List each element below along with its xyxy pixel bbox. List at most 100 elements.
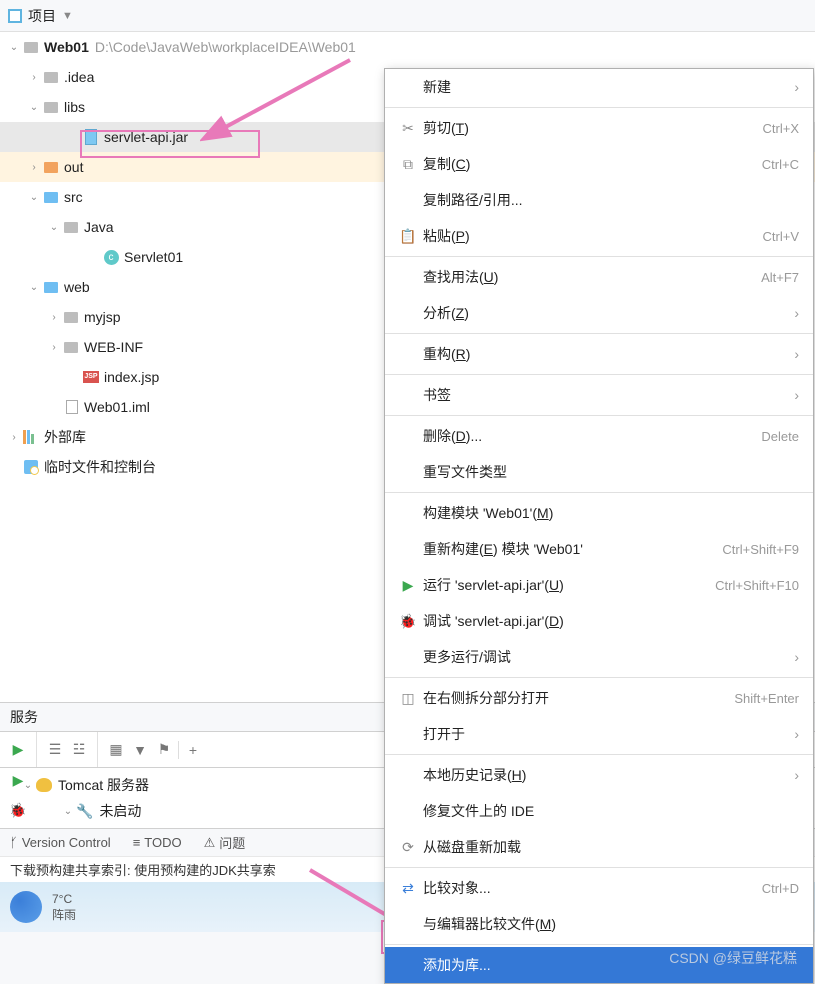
chevron-right-icon: › — [788, 649, 799, 665]
status-text: 下载预构建共享索引: 使用预构建的JDK共享索 — [10, 860, 276, 879]
project-tool-window-header[interactable]: 项目 ▼ — [0, 0, 815, 32]
diff-icon: ⇄ — [397, 880, 419, 897]
chevron-right-icon: › — [788, 726, 799, 742]
folder-icon — [62, 308, 80, 326]
menu-rebuild-module[interactable]: 重新构建(E) 模块 'Web01'Ctrl+Shift+F9 — [385, 531, 813, 567]
menu-cut[interactable]: ✂剪切(T)Ctrl+X — [385, 110, 813, 146]
folder-icon — [62, 218, 80, 236]
tree-label: Web01 — [44, 39, 89, 55]
tree-path: D:\Code\JavaWeb\workplaceIDEA\Web01 — [95, 39, 356, 55]
menu-paste[interactable]: 📋粘贴(P)Ctrl+V — [385, 218, 813, 254]
menu-reload[interactable]: ⟳从磁盘重新加载 — [385, 829, 813, 865]
chevron-right-icon: › — [788, 767, 799, 783]
reload-icon: ⟳ — [397, 839, 419, 856]
project-title: 项目 — [28, 6, 56, 26]
watermark: CSDN @绿豆鲜花糕 — [669, 948, 797, 968]
scratch-icon — [22, 458, 40, 476]
class-icon: c — [102, 248, 120, 266]
expand-arrow-icon[interactable]: ⌄ — [6, 42, 22, 53]
jsp-icon: JSP — [82, 368, 100, 386]
menu-more-run[interactable]: 更多运行/调试› — [385, 639, 813, 675]
menu-override-filetype[interactable]: 重写文件类型 — [385, 454, 813, 490]
tree-row-root[interactable]: ⌄ Web01 D:\Code\JavaWeb\workplaceIDEA\We… — [0, 32, 815, 62]
folder-icon — [22, 38, 40, 56]
tree-label: Java — [84, 219, 114, 235]
tomcat-icon — [36, 778, 52, 792]
jar-icon — [82, 128, 100, 146]
clipboard-icon: 📋 — [397, 228, 419, 245]
run-icon[interactable]: ▶ — [8, 770, 28, 790]
expand-arrow-icon[interactable]: ⌄ — [26, 192, 42, 203]
tree-collapse-icon[interactable]: ☳ — [69, 740, 89, 760]
weather-desc: 阵雨 — [52, 906, 76, 923]
iml-icon — [62, 398, 80, 416]
menu-open-in[interactable]: 打开于› — [385, 716, 813, 752]
bug-icon: 🐞 — [397, 613, 419, 630]
expand-arrow-icon[interactable]: ⌄ — [46, 222, 62, 233]
menu-copypath[interactable]: 复制路径/引用... — [385, 182, 813, 218]
menu-delete[interactable]: 删除(D)...Delete — [385, 418, 813, 454]
library-icon — [22, 428, 40, 446]
weather-icon — [10, 891, 42, 923]
expand-arrow-icon[interactable]: ⌄ — [26, 102, 42, 113]
tree-label: Servlet01 — [124, 249, 183, 265]
menu-debug[interactable]: 🐞调试 'servlet-api.jar'(D) — [385, 603, 813, 639]
weather-temp: 7°C — [52, 892, 76, 906]
expand-arrow-icon[interactable]: › — [26, 72, 42, 83]
menu-local-history[interactable]: 本地历史记录(H)› — [385, 757, 813, 793]
menu-run[interactable]: ▶运行 'servlet-api.jar'(U)Ctrl+Shift+F10 — [385, 567, 813, 603]
chevron-right-icon: › — [788, 346, 799, 362]
filter-icon[interactable]: ▼ — [130, 740, 150, 760]
tree-label: out — [64, 159, 83, 175]
menu-analyze[interactable]: 分析(Z)› — [385, 295, 813, 331]
expand-arrow-icon[interactable]: ⌄ — [26, 282, 42, 293]
menu-repair-ide[interactable]: 修复文件上的 IDE — [385, 793, 813, 829]
flag-icon[interactable]: ⚑ — [154, 740, 174, 760]
split-icon: ◫ — [397, 690, 419, 707]
menu-compare[interactable]: ⇄比较对象...Ctrl+D — [385, 870, 813, 906]
project-icon — [8, 9, 22, 23]
tree-label: Web01.iml — [84, 399, 150, 415]
services-label: Tomcat 服务器 — [58, 775, 149, 795]
tree-expand-icon[interactable]: ☰ — [45, 740, 65, 760]
services-label: 未启动 — [99, 801, 141, 821]
tree-label: index.jsp — [104, 369, 159, 385]
add-icon[interactable]: + — [183, 740, 203, 760]
tree-label: web — [64, 279, 90, 295]
services-title: 服务 — [10, 707, 38, 727]
folder-icon — [62, 338, 80, 356]
run-icon[interactable]: ▶ — [8, 740, 28, 760]
expand-arrow-icon[interactable]: › — [6, 432, 22, 443]
tree-label: 临时文件和控制台 — [44, 457, 156, 477]
tree-label: servlet-api.jar — [104, 129, 188, 145]
menu-find-usages[interactable]: 查找用法(U)Alt+F7 — [385, 259, 813, 295]
folder-icon — [42, 98, 60, 116]
scissors-icon: ✂ — [397, 120, 419, 137]
problems-button[interactable]: ⚠问题 — [204, 833, 246, 852]
grid-icon[interactable]: ▦ — [106, 740, 126, 760]
dropdown-arrow-icon[interactable]: ▼ — [62, 10, 73, 22]
menu-compare-editor[interactable]: 与编辑器比较文件(M) — [385, 906, 813, 942]
tree-label: src — [64, 189, 83, 205]
todo-icon: ≡ — [133, 835, 141, 850]
folder-icon — [42, 68, 60, 86]
bug-icon[interactable]: 🐞 — [8, 800, 28, 820]
folder-icon — [42, 278, 60, 296]
expand-arrow-icon[interactable]: › — [46, 342, 62, 353]
expand-arrow-icon[interactable]: › — [46, 312, 62, 323]
wrench-icon: 🔧 — [76, 803, 93, 820]
menu-bookmark[interactable]: 书签› — [385, 377, 813, 413]
version-control-button[interactable]: ᚶVersion Control — [10, 835, 111, 850]
chevron-right-icon: › — [788, 305, 799, 321]
menu-refactor[interactable]: 重构(R)› — [385, 336, 813, 372]
todo-button[interactable]: ≡TODO — [133, 835, 182, 850]
tree-label: 外部库 — [44, 427, 86, 447]
menu-split-right[interactable]: ◫在右侧拆分部分打开Shift+Enter — [385, 680, 813, 716]
expand-arrow-icon[interactable]: › — [26, 162, 42, 173]
tree-label: libs — [64, 99, 85, 115]
menu-new[interactable]: 新建› — [385, 69, 813, 105]
menu-build-module[interactable]: 构建模块 'Web01'(M) — [385, 495, 813, 531]
expand-arrow-icon[interactable]: ⌄ — [60, 806, 76, 817]
branch-icon: ᚶ — [10, 835, 18, 850]
menu-copy[interactable]: ⧉复制(C)Ctrl+C — [385, 146, 813, 182]
